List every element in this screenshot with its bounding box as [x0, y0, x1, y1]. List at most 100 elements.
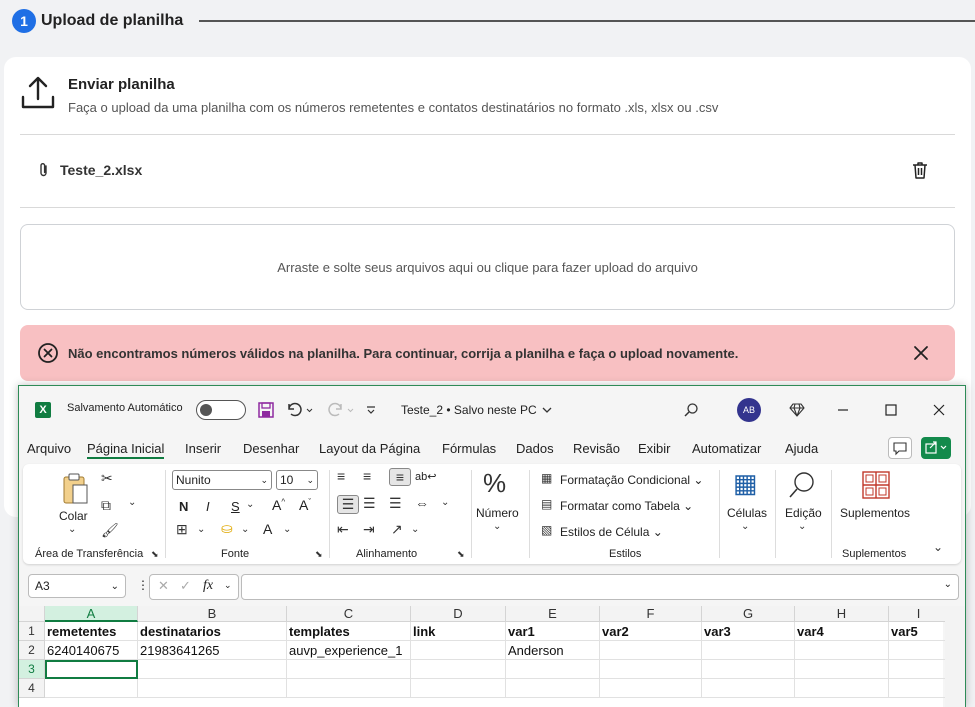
- align-top-icon[interactable]: ≡: [337, 468, 345, 484]
- cell-f4[interactable]: [600, 679, 702, 698]
- cell-g2[interactable]: [702, 641, 795, 660]
- increase-indent-icon[interactable]: ⇥: [363, 521, 375, 538]
- conditional-format-icon[interactable]: ▦: [541, 471, 552, 485]
- cell-h3[interactable]: [795, 660, 889, 679]
- cell-i3[interactable]: [889, 660, 949, 679]
- align-bottom-icon[interactable]: ≡: [389, 468, 411, 486]
- cell-i4[interactable]: [889, 679, 949, 698]
- decrease-font-icon[interactable]: Aˇ: [299, 497, 311, 513]
- decrease-indent-icon[interactable]: ⇤: [337, 521, 349, 538]
- chevron-down-icon[interactable]: ⌄: [246, 499, 254, 510]
- expand-formula-icon[interactable]: ⌄: [944, 579, 952, 590]
- cell-a2[interactable]: 6240140675: [45, 641, 138, 660]
- file-dropzone[interactable]: Arraste e solte seus arquivos aqui ou cl…: [20, 224, 955, 310]
- row-header-3[interactable]: 3: [19, 660, 45, 679]
- menu-revisao[interactable]: Revisão: [573, 441, 620, 456]
- cell-styles-button[interactable]: Estilos de Célula ⌄: [560, 525, 663, 539]
- cell-e4[interactable]: [506, 679, 600, 698]
- copy-icon[interactable]: ⧉: [101, 497, 111, 514]
- conditional-formatting-button[interactable]: Formatação Condicional ⌄: [560, 473, 703, 487]
- close-window-icon[interactable]: [927, 398, 951, 422]
- dialog-launcher-icon[interactable]: ⬊: [457, 549, 465, 560]
- document-title[interactable]: Teste_2 • Salvo neste PC: [401, 403, 553, 417]
- cell-c1[interactable]: templates: [287, 622, 411, 641]
- cell-f1[interactable]: var2: [600, 622, 702, 641]
- column-header-h[interactable]: H: [795, 606, 889, 622]
- name-box[interactable]: A3 ⌄: [28, 574, 126, 598]
- cell-d4[interactable]: [411, 679, 506, 698]
- close-alert-button[interactable]: [913, 345, 929, 361]
- delete-file-button[interactable]: [910, 160, 930, 180]
- cell-g1[interactable]: var3: [702, 622, 795, 641]
- cell-g3[interactable]: [702, 660, 795, 679]
- save-icon[interactable]: [257, 401, 275, 419]
- paste-label[interactable]: Colar: [59, 509, 88, 523]
- menu-dados[interactable]: Dados: [516, 441, 554, 456]
- dialog-launcher-icon[interactable]: ⬊: [315, 549, 323, 560]
- vertical-scrollbar[interactable]: [945, 606, 965, 707]
- cells-label[interactable]: Células: [727, 506, 767, 520]
- underline-button[interactable]: S: [231, 499, 240, 514]
- undo-icon[interactable]: [285, 401, 313, 419]
- column-header-d[interactable]: D: [411, 606, 506, 622]
- formula-bar-input[interactable]: ⌄: [241, 574, 959, 600]
- chevron-down-icon[interactable]: ⌄: [441, 497, 449, 508]
- font-size-select[interactable]: 10 ⌄: [276, 470, 318, 490]
- borders-icon[interactable]: ⊞: [176, 521, 188, 538]
- italic-button[interactable]: I: [206, 499, 210, 514]
- search-icon[interactable]: [683, 402, 699, 418]
- cell-i1[interactable]: var5: [889, 622, 949, 641]
- cell-c3[interactable]: [287, 660, 411, 679]
- collapse-ribbon-icon[interactable]: ⌄: [933, 540, 943, 554]
- chevron-down-icon[interactable]: ⌄: [224, 580, 232, 591]
- add-ins-label[interactable]: Suplementos: [840, 506, 910, 520]
- column-header-a[interactable]: A: [45, 606, 138, 622]
- cell-e3[interactable]: [506, 660, 600, 679]
- number-format-label[interactable]: Número: [476, 506, 519, 520]
- chevron-down-icon[interactable]: ⌄: [283, 524, 291, 535]
- row-header-2[interactable]: 2: [19, 641, 45, 660]
- comments-button[interactable]: [888, 437, 912, 459]
- chevron-down-icon[interactable]: ⌄: [493, 521, 501, 532]
- column-header-b[interactable]: B: [138, 606, 287, 622]
- cell-b1[interactable]: destinatarios: [138, 622, 287, 641]
- fill-color-icon[interactable]: ⛀: [221, 520, 233, 537]
- cell-styles-icon[interactable]: ▧: [541, 523, 552, 537]
- format-table-icon[interactable]: ▤: [541, 497, 552, 511]
- cancel-icon[interactable]: ✕: [158, 578, 169, 594]
- menu-exibir[interactable]: Exibir: [638, 441, 671, 456]
- menu-ajuda[interactable]: Ajuda: [785, 441, 818, 456]
- column-header-e[interactable]: E: [506, 606, 600, 622]
- cell-h4[interactable]: [795, 679, 889, 698]
- chevron-down-icon[interactable]: ⌄: [741, 521, 749, 532]
- cell-a1[interactable]: remetentes: [45, 622, 138, 641]
- cell-d1[interactable]: link: [411, 622, 506, 641]
- cell-d2[interactable]: [411, 641, 506, 660]
- autosave-toggle[interactable]: [196, 400, 246, 420]
- column-header-f[interactable]: F: [600, 606, 702, 622]
- maximize-icon[interactable]: [879, 398, 903, 422]
- cell-h1[interactable]: var4: [795, 622, 889, 641]
- cell-f3[interactable]: [600, 660, 702, 679]
- cell-g4[interactable]: [702, 679, 795, 698]
- chevron-down-icon[interactable]: ⌄: [68, 524, 76, 535]
- minimize-icon[interactable]: [831, 398, 855, 422]
- format-painter-icon[interactable]: 🖌: [101, 522, 119, 539]
- cell-f2[interactable]: [600, 641, 702, 660]
- more-options-icon[interactable]: ⋮: [137, 578, 149, 592]
- column-header-i[interactable]: I: [889, 606, 949, 622]
- customize-toolbar-icon[interactable]: [365, 404, 377, 416]
- column-header-g[interactable]: G: [702, 606, 795, 622]
- align-left-icon[interactable]: ☰: [337, 495, 359, 514]
- select-all-corner[interactable]: [19, 606, 45, 622]
- chevron-down-icon[interactable]: ⌄: [798, 521, 806, 532]
- cell-a3[interactable]: [45, 660, 138, 679]
- cell-a4[interactable]: [45, 679, 138, 698]
- chevron-down-icon[interactable]: ⌄: [197, 524, 205, 535]
- menu-layout-da-pagina[interactable]: Layout da Página: [319, 441, 420, 456]
- wrap-text-icon[interactable]: ab↩: [415, 470, 436, 483]
- menu-inserir[interactable]: Inserir: [185, 441, 221, 456]
- menu-desenhar[interactable]: Desenhar: [243, 441, 299, 456]
- enter-icon[interactable]: ✓: [180, 578, 191, 594]
- share-button[interactable]: [921, 437, 951, 459]
